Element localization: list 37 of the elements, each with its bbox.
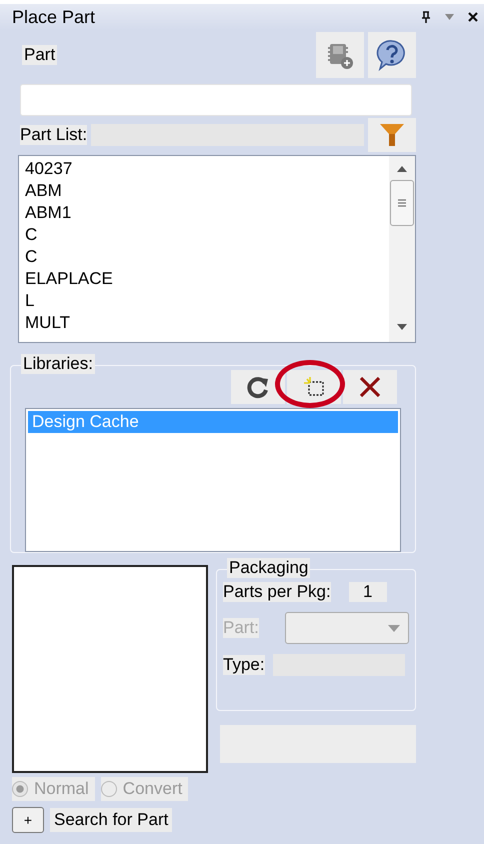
part-list-item[interactable]: ELAPLACE [25, 268, 389, 290]
add-part-button[interactable] [316, 32, 364, 78]
refresh-button[interactable] [231, 370, 285, 404]
new-file-icon [302, 376, 326, 398]
part-list-item[interactable]: C [25, 246, 389, 268]
scroll-thumb[interactable] [390, 180, 414, 226]
libraries-label: Libraries: [21, 354, 95, 374]
close-icon[interactable] [468, 12, 478, 22]
part-list-item[interactable]: MULT [25, 312, 389, 334]
part-label: Part [22, 45, 58, 65]
panel-title: Place Part [12, 6, 96, 28]
part-list-label: Part List: [20, 125, 88, 145]
part-list-item[interactable]: C [25, 224, 389, 246]
dropdown-icon [388, 624, 400, 632]
part-label: Part: [223, 618, 259, 638]
scroll-down-icon[interactable] [397, 324, 407, 330]
part-input-field[interactable] [20, 84, 412, 116]
part-list-item[interactable]: 40237 [25, 158, 389, 180]
packaging-label: Packaging [227, 558, 310, 578]
scroll-up-icon[interactable] [397, 166, 407, 172]
remove-button[interactable] [343, 370, 397, 404]
parts-per-pkg-label: Parts per Pkg: [223, 582, 331, 602]
help-button[interactable] [368, 32, 416, 78]
delete-icon [358, 375, 382, 399]
refresh-icon [246, 375, 270, 399]
dropdown-icon[interactable] [445, 14, 454, 20]
pin-icon[interactable] [421, 11, 431, 23]
part-list-item[interactable]: ABM1 [25, 202, 389, 224]
filter-icon [379, 123, 405, 147]
parts-per-pkg-value: 1 [348, 582, 387, 602]
type-label: Type: [223, 655, 265, 675]
scrollbar[interactable] [389, 156, 415, 342]
part-list-item[interactable]: L [25, 290, 389, 312]
expand-button[interactable]: + [12, 807, 44, 833]
filter-button[interactable] [368, 118, 416, 152]
search-label[interactable]: Search for Part [50, 808, 172, 832]
part-list-item[interactable]: ABM [25, 180, 389, 202]
